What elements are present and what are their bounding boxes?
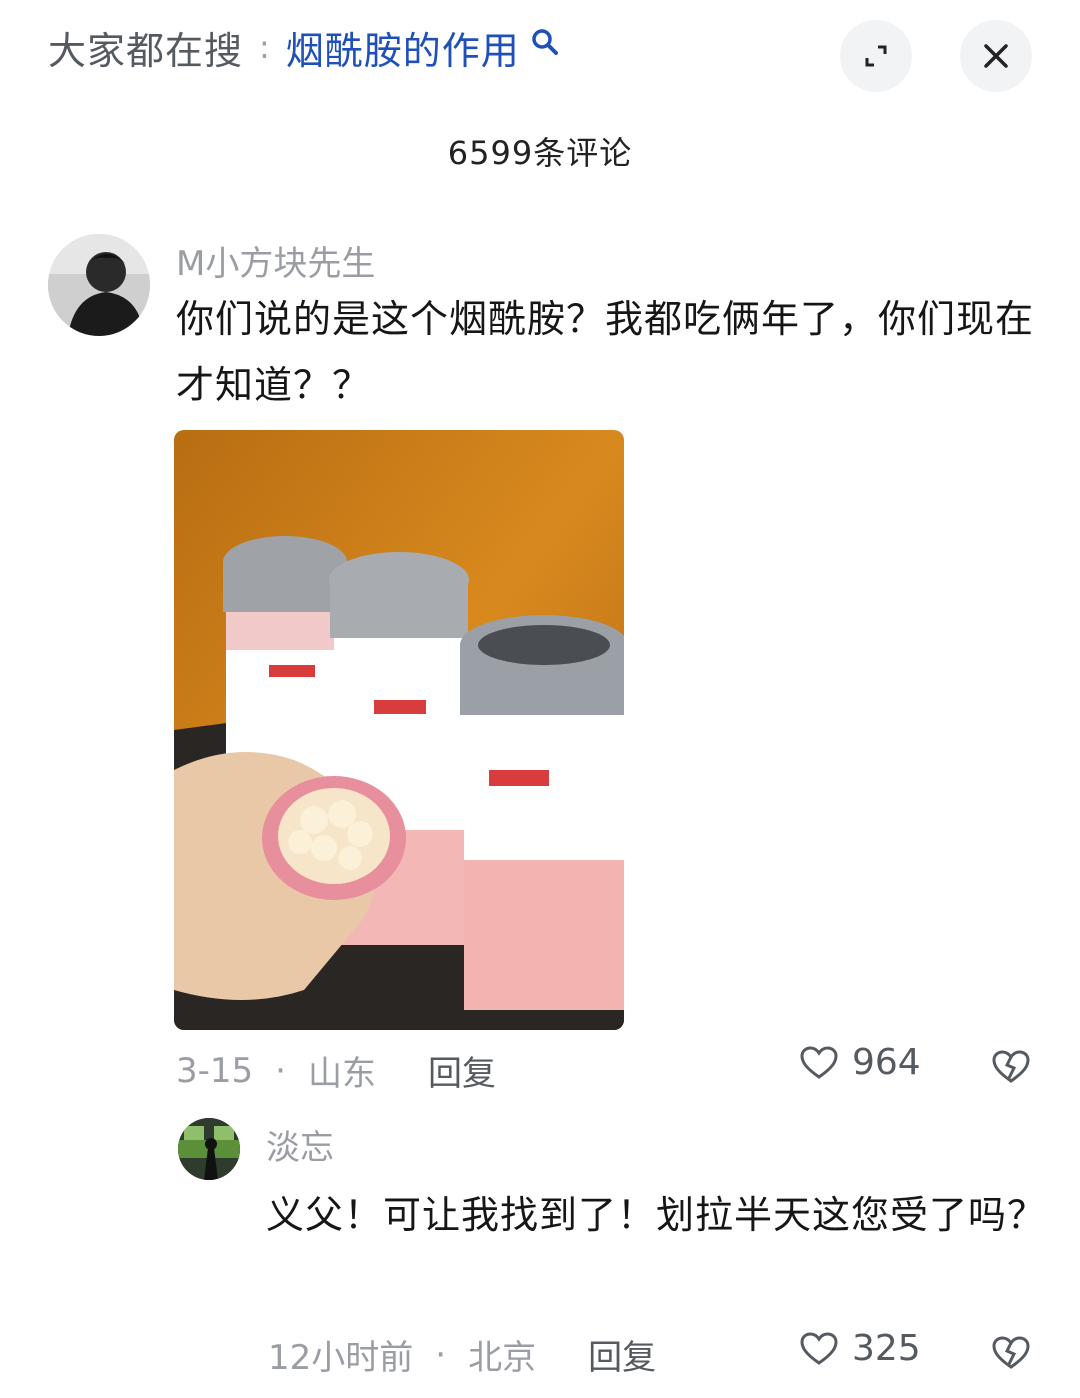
close-button[interactable] bbox=[960, 20, 1032, 92]
close-icon bbox=[984, 44, 1008, 68]
search-icon[interactable] bbox=[530, 27, 560, 57]
search-banner[interactable]: 大家都在搜 : 烟酰胺的作用 bbox=[48, 20, 560, 75]
reply-avatar-image bbox=[178, 1118, 240, 1180]
photo-image bbox=[174, 430, 624, 1030]
reply-time: 12小时前 bbox=[268, 1338, 414, 1378]
like-count: 964 bbox=[852, 1042, 921, 1083]
avatar[interactable] bbox=[48, 234, 150, 336]
meta-separator: · bbox=[275, 1050, 286, 1091]
avatar-image bbox=[48, 234, 150, 336]
reply-username[interactable]: 淡忘 bbox=[266, 1120, 334, 1169]
reply-text: 义父！可让我找到了！划拉半天这您受了吗？ bbox=[266, 1193, 1047, 1237]
reply-like-button[interactable]: 325 bbox=[800, 1328, 921, 1369]
comment-date: 3-15 bbox=[176, 1050, 254, 1091]
broken-heart-icon[interactable] bbox=[992, 1050, 1030, 1084]
reply-location: 北京 bbox=[468, 1338, 537, 1378]
search-colon: : bbox=[259, 28, 270, 66]
heart-icon bbox=[800, 1331, 838, 1365]
like-button[interactable]: 964 bbox=[800, 1042, 921, 1083]
search-term-link[interactable]: 烟酰胺的作用 bbox=[286, 20, 520, 75]
expand-button[interactable] bbox=[840, 20, 912, 92]
comment-count: 6599条评论 bbox=[447, 134, 633, 172]
reply-button[interactable]: 回复 bbox=[428, 1046, 496, 1095]
heart-icon bbox=[800, 1045, 838, 1079]
reply-like-count: 325 bbox=[852, 1328, 921, 1369]
broken-heart-icon[interactable] bbox=[992, 1336, 1030, 1370]
reply-avatar[interactable] bbox=[178, 1118, 240, 1180]
username[interactable]: M小方块先生 bbox=[176, 236, 375, 285]
search-prefix: 大家都在搜 bbox=[48, 28, 244, 73]
comment-photo[interactable] bbox=[174, 430, 624, 1030]
expand-icon bbox=[865, 45, 887, 67]
comment-text: 你们说的是这个烟酰胺？我都吃俩年了，你们现在才知道？？ bbox=[176, 297, 1035, 407]
meta-separator: · bbox=[435, 1334, 447, 1375]
comment-meta: 3-15 · 山东 回复 bbox=[176, 1046, 496, 1095]
reply-reply-button[interactable]: 回复 bbox=[588, 1330, 656, 1379]
comment-location: 山东 bbox=[307, 1054, 376, 1094]
reply-meta: 12小时前 · 北京 回复 bbox=[268, 1330, 656, 1379]
